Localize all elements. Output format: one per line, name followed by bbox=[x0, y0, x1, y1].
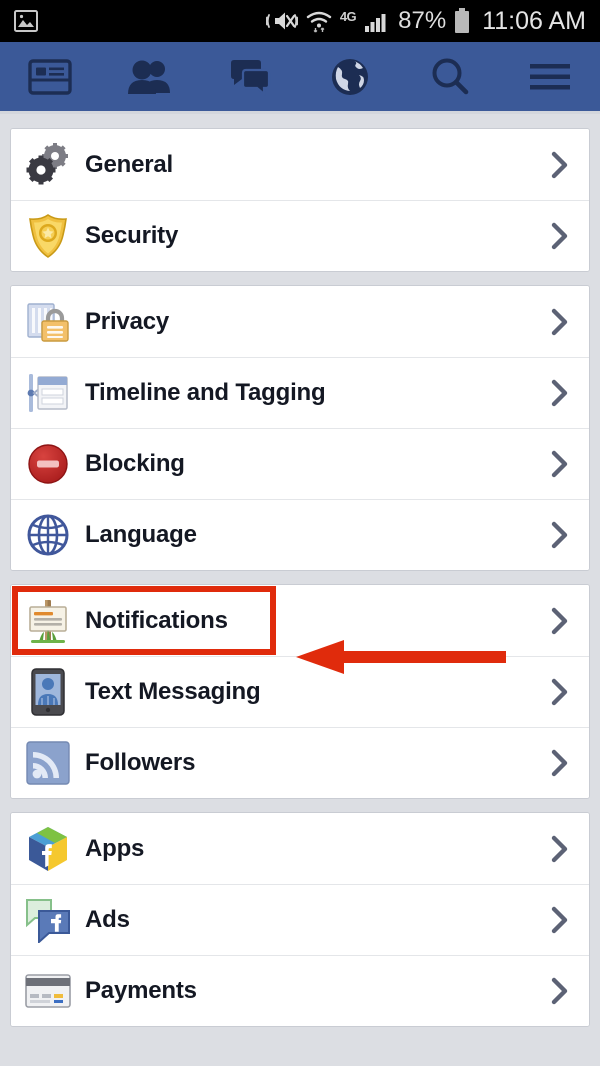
credit-card-icon bbox=[23, 966, 73, 1016]
settings-row-label: Text Messaging bbox=[85, 678, 261, 705]
clock-label: 11:06 AM bbox=[482, 6, 586, 35]
settings-group-2: Privacy Timeline and Tagging Blocking La… bbox=[10, 285, 590, 571]
chevron-right-icon bbox=[545, 977, 575, 1005]
settings-row-label: General bbox=[85, 150, 173, 178]
rss-followers-icon bbox=[23, 738, 73, 788]
shield-badge-icon bbox=[23, 211, 73, 261]
status-bar-right: 4G 87% 11:06 AM bbox=[265, 6, 586, 36]
lock-document-icon bbox=[23, 297, 73, 347]
chevron-right-icon bbox=[545, 379, 575, 407]
newsfeed-icon bbox=[28, 58, 72, 96]
chevron-right-icon bbox=[545, 521, 575, 549]
nav-search-button[interactable] bbox=[400, 42, 500, 111]
chevron-right-icon bbox=[545, 308, 575, 336]
settings-row-label: Blocking bbox=[85, 450, 185, 477]
chevron-right-icon bbox=[545, 607, 575, 635]
image-icon bbox=[14, 10, 38, 32]
settings-row-label: Apps bbox=[85, 834, 145, 862]
block-icon bbox=[23, 439, 73, 489]
battery-percent-label: 87% bbox=[398, 7, 447, 34]
settings-row-apps[interactable]: Apps bbox=[11, 813, 589, 884]
settings-group-3: Notifications Text Messaging Followers bbox=[10, 584, 590, 799]
globe-icon bbox=[23, 510, 73, 560]
settings-row-privacy[interactable]: Privacy bbox=[11, 286, 589, 357]
settings-row-label: Timeline and Tagging bbox=[85, 379, 326, 406]
settings-row-label: Language bbox=[85, 521, 197, 548]
settings-row-language[interactable]: Language bbox=[11, 499, 589, 570]
chevron-right-icon bbox=[545, 151, 575, 179]
settings-row-label: Payments bbox=[85, 977, 197, 1004]
chevron-right-icon bbox=[545, 450, 575, 478]
settings-row-text-messaging[interactable]: Text Messaging bbox=[11, 656, 589, 727]
signpost-icon bbox=[23, 596, 73, 646]
settings-row-label: Security bbox=[85, 222, 179, 249]
nav-menu-button[interactable] bbox=[500, 42, 600, 111]
settings-row-notifications[interactable]: Notifications bbox=[11, 585, 589, 656]
settings-row-payments[interactable]: Payments bbox=[11, 955, 589, 1026]
messages-icon bbox=[228, 58, 272, 96]
app-cube-icon bbox=[23, 824, 73, 874]
notifications-globe-icon bbox=[329, 57, 371, 97]
nav-newsfeed-button[interactable] bbox=[0, 42, 100, 111]
menu-icon bbox=[528, 61, 572, 93]
vibrate-mute-icon bbox=[265, 8, 298, 34]
mobile-phone-icon bbox=[23, 667, 73, 717]
settings-row-label: Ads bbox=[85, 906, 130, 933]
settings-group-1: General Security bbox=[10, 128, 590, 272]
gears-icon bbox=[23, 140, 73, 190]
chevron-right-icon bbox=[545, 835, 575, 863]
search-icon bbox=[429, 56, 471, 98]
settings-row-label: Notifications bbox=[85, 606, 228, 634]
nav-friend-requests-button[interactable] bbox=[100, 42, 200, 111]
ads-bubbles-icon bbox=[23, 895, 73, 945]
nav-notifications-globe-button[interactable] bbox=[300, 42, 400, 111]
chevron-right-icon bbox=[545, 222, 575, 250]
network-4g-icon: 4G bbox=[339, 8, 357, 24]
settings-list: General Security Privacy Timeline and Ta… bbox=[0, 128, 600, 1027]
chevron-right-icon bbox=[545, 749, 575, 777]
battery-icon bbox=[454, 8, 470, 34]
settings-row-followers[interactable]: Followers bbox=[11, 727, 589, 798]
settings-group-4: Apps Ads Payments bbox=[10, 812, 590, 1027]
status-bar-left bbox=[14, 10, 38, 32]
settings-row-security[interactable]: Security bbox=[11, 200, 589, 271]
settings-row-blocking[interactable]: Blocking bbox=[11, 428, 589, 499]
settings-row-label: Followers bbox=[85, 749, 196, 776]
friend-requests-icon bbox=[127, 58, 173, 96]
settings-row-ads[interactable]: Ads bbox=[11, 884, 589, 955]
settings-row-general[interactable]: General bbox=[11, 129, 589, 200]
status-bar: 4G 87% 11:06 AM bbox=[0, 0, 600, 42]
chevron-right-icon bbox=[545, 906, 575, 934]
nav-messages-button[interactable] bbox=[200, 42, 300, 111]
settings-row-timeline-and-tagging[interactable]: Timeline and Tagging bbox=[11, 357, 589, 428]
wifi-icon bbox=[306, 8, 332, 34]
settings-row-label: Privacy bbox=[85, 307, 170, 335]
facebook-navbar bbox=[0, 42, 600, 114]
cell-signal-icon bbox=[364, 9, 390, 33]
chevron-right-icon bbox=[545, 678, 575, 706]
timeline-icon bbox=[23, 368, 73, 418]
